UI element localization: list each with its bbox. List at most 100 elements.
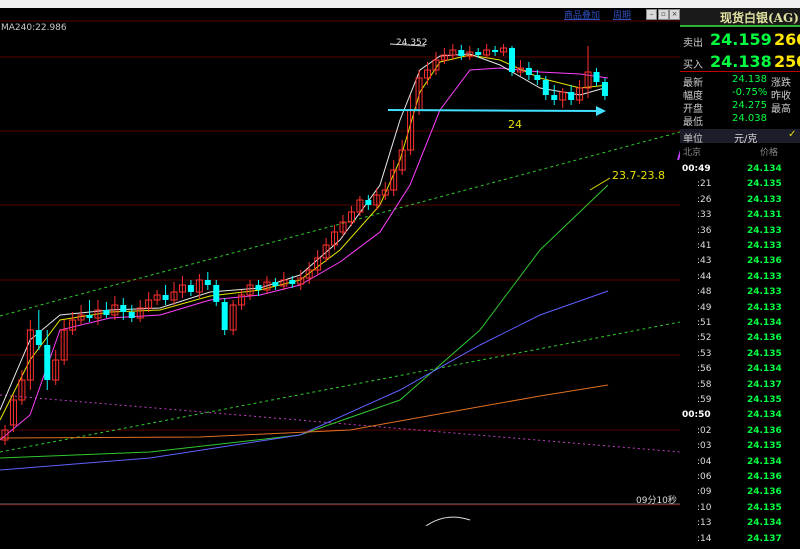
tick-price: 24.134 — [747, 518, 782, 529]
candles — [1, 44, 608, 445]
candle-body — [551, 95, 558, 100]
tick-price: 24.136 — [747, 256, 782, 267]
info-value: 24.138 — [732, 74, 767, 85]
tick-price: 24.135 — [747, 502, 782, 513]
partial-curve — [425, 516, 471, 526]
window-top-strip — [0, 0, 800, 8]
tick-row: :52 24.136 — [680, 333, 800, 348]
tick-price: 24.133 — [747, 302, 782, 313]
tick-price: 24.135 — [747, 395, 782, 405]
candle-body — [601, 82, 608, 96]
overlay-link[interactable]: 商品叠加 — [564, 8, 600, 21]
tick-price: 24.133 — [747, 271, 782, 282]
tick-time: :14 — [697, 533, 712, 544]
time-col-header: 北京 — [683, 148, 702, 158]
tick-price: 24.131 — [747, 210, 782, 221]
tick-row: :03 24.135 — [680, 441, 800, 456]
candle-body — [289, 280, 296, 284]
candle-body — [35, 330, 42, 345]
info-row-low: 最低 24.038 — [680, 113, 800, 128]
tick-row: :10 24.135 — [680, 503, 800, 518]
candle-body — [492, 50, 499, 52]
sell-label: 卖出 — [683, 38, 703, 49]
tick-row: :59 24.135 — [680, 395, 800, 410]
tick-row: 00:50 24.134 — [680, 410, 800, 425]
unit-label: 单位 — [683, 134, 703, 145]
high-price-label: 24.352 — [396, 38, 428, 48]
down-trend-line — [0, 394, 680, 453]
tick-row: 00:49 24.134 — [680, 164, 800, 179]
candle-body — [509, 48, 515, 72]
sell-row: 卖出 24.159 2600 — [680, 30, 800, 50]
tick-time: :53 — [697, 348, 712, 359]
tick-row: :09 24.136 — [680, 487, 800, 502]
close-chart-button[interactable]: × — [669, 9, 680, 20]
sell-volume: 2600 — [774, 30, 800, 49]
candle-body — [213, 285, 220, 302]
tick-time: :36 — [697, 225, 712, 236]
quote-panel: 现货白银(AG) 卖出 24.159 2600 买入 24.138 2500 最… — [680, 8, 800, 544]
tick-time: :26 — [697, 194, 712, 205]
candle-body — [593, 72, 600, 82]
tick-price: 24.135 — [747, 441, 782, 452]
tick-time: :21 — [697, 179, 712, 190]
check-icon[interactable]: ✓ — [788, 129, 796, 140]
candle-body — [103, 310, 110, 315]
ma60-line — [0, 184, 609, 459]
candle-body — [204, 280, 211, 285]
tick-price: 24.137 — [747, 533, 782, 544]
lower-trend-line — [0, 321, 680, 453]
tick-row: :41 24.133 — [680, 241, 800, 256]
tick-price: 24.134 — [747, 456, 782, 467]
candle-body — [475, 52, 482, 55]
info-label: 最低 — [683, 117, 703, 128]
candle-body — [534, 75, 541, 80]
tick-price: 24.135 — [747, 348, 782, 359]
candle-body — [542, 80, 549, 95]
tick-price: 24.136 — [747, 487, 782, 498]
tick-time: :03 — [697, 441, 712, 452]
tick-time: :58 — [697, 379, 712, 390]
tick-time: 00:50 — [682, 410, 711, 421]
info-row-change: 幅度 -0.75% 昨收 — [680, 87, 800, 102]
period-link[interactable]: 周期 — [613, 8, 631, 21]
tick-price: 24.133 — [747, 194, 782, 205]
candle-body — [162, 295, 169, 300]
tick-row: :26 24.133 — [680, 195, 800, 210]
restore-chart-button[interactable]: ▫ — [658, 9, 669, 20]
minimize-chart-button[interactable]: – — [646, 9, 657, 20]
tick-time: :10 — [697, 502, 712, 513]
tick-price: 24.137 — [747, 379, 782, 390]
buy-row: 买入 24.138 2500 — [680, 52, 800, 72]
tick-time: 00:49 — [682, 164, 711, 174]
tick-time: :04 — [697, 456, 712, 467]
buy-volume: 2500 — [774, 52, 800, 71]
tick-price: 24.133 — [747, 287, 782, 298]
candle-body — [458, 50, 465, 56]
candle-body — [365, 200, 372, 205]
candle-body — [128, 312, 135, 318]
tick-price: 24.133 — [747, 225, 782, 236]
tick-row: :49 24.133 — [680, 303, 800, 318]
tick-time: :02 — [697, 425, 712, 436]
tick-time: :51 — [697, 318, 712, 328]
tick-row: :51 24.134 — [680, 318, 800, 333]
bar-countdown: 09分10秒 — [636, 496, 677, 506]
candle-body — [86, 315, 93, 318]
buy-label: 买入 — [683, 60, 703, 71]
instrument-title: 现货白银(AG) — [720, 11, 799, 25]
tick-time: :44 — [697, 271, 712, 282]
tick-row: :44 24.133 — [680, 272, 800, 287]
tick-row: :33 24.131 — [680, 210, 800, 225]
tick-row: :53 24.135 — [680, 349, 800, 364]
tick-time: :52 — [697, 333, 712, 344]
candle-body — [221, 302, 228, 330]
candlestick-chart[interactable] — [0, 0, 680, 526]
unit-value: 元/克 — [734, 134, 758, 145]
user-drawings — [387, 43, 680, 526]
range-annotation: 23.7-23.8 — [612, 169, 665, 182]
tick-time: :43 — [697, 256, 712, 267]
buy-price: 24.138 — [710, 52, 772, 71]
tick-price: 24.134 — [747, 364, 782, 375]
candle-body — [255, 285, 262, 290]
